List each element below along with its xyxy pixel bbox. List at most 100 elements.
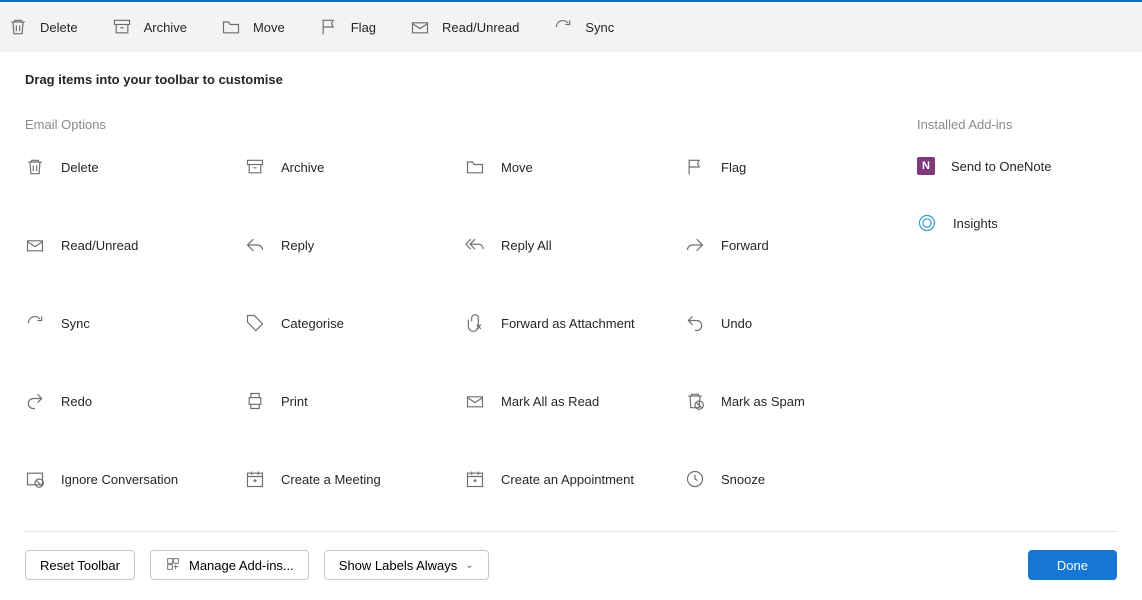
option-snooze[interactable]: Snooze bbox=[685, 469, 905, 489]
tag-icon bbox=[245, 313, 265, 333]
option-markspam[interactable]: Mark as Spam bbox=[685, 391, 905, 411]
flag-icon bbox=[319, 17, 339, 37]
toolbar-item-move[interactable]: Move bbox=[221, 17, 285, 37]
show-labels-label: Show Labels Always bbox=[339, 558, 458, 573]
show-labels-dropdown[interactable]: Show Labels Always ⌄ bbox=[324, 550, 489, 580]
option-label: Print bbox=[281, 394, 308, 409]
flag-icon bbox=[685, 157, 705, 177]
option-forward[interactable]: Forward bbox=[685, 235, 905, 255]
appointment-icon bbox=[465, 469, 485, 489]
replyall-icon bbox=[465, 235, 485, 255]
manage-addins-button[interactable]: Manage Add-ins... bbox=[150, 550, 309, 580]
toolbar-item-label: Delete bbox=[40, 20, 78, 35]
option-delete[interactable]: Delete bbox=[25, 157, 245, 177]
option-label: Flag bbox=[721, 160, 746, 175]
option-label: Categorise bbox=[281, 316, 344, 331]
option-label: Read/Unread bbox=[61, 238, 138, 253]
option-label: Mark All as Read bbox=[501, 394, 599, 409]
option-label: Undo bbox=[721, 316, 752, 331]
option-label: Create an Appointment bbox=[501, 472, 634, 487]
meeting-icon bbox=[245, 469, 265, 489]
onenote-icon: N bbox=[917, 157, 935, 175]
undo-icon bbox=[685, 313, 705, 333]
option-archive[interactable]: Archive bbox=[245, 157, 465, 177]
reset-toolbar-button[interactable]: Reset Toolbar bbox=[25, 550, 135, 580]
installed-addins-title: Installed Add-ins bbox=[917, 117, 1117, 132]
sync-icon bbox=[25, 313, 45, 333]
done-button[interactable]: Done bbox=[1028, 550, 1117, 580]
option-ignoreconv[interactable]: Ignore Conversation bbox=[25, 469, 245, 489]
option-label: Ignore Conversation bbox=[61, 472, 178, 487]
option-flag[interactable]: Flag bbox=[685, 157, 905, 177]
option-move[interactable]: Move bbox=[465, 157, 685, 177]
option-label: Forward as Attachment bbox=[501, 316, 635, 331]
toolbar-item-readunread[interactable]: Read/Unread bbox=[410, 17, 519, 37]
option-sync[interactable]: Sync bbox=[25, 313, 245, 333]
option-markallread[interactable]: Mark All as Read bbox=[465, 391, 685, 411]
attach-icon bbox=[465, 313, 485, 333]
option-label: Move bbox=[501, 160, 533, 175]
archive-icon bbox=[112, 17, 132, 37]
toolbar-item-label: Read/Unread bbox=[442, 20, 519, 35]
option-label: Redo bbox=[61, 394, 92, 409]
option-undo[interactable]: Undo bbox=[685, 313, 905, 333]
redo-icon bbox=[25, 391, 45, 411]
option-print[interactable]: Print bbox=[245, 391, 465, 411]
option-label: Mark as Spam bbox=[721, 394, 805, 409]
toolbar-item-label: Move bbox=[253, 20, 285, 35]
option-replyall[interactable]: Reply All bbox=[465, 235, 685, 255]
envelope-icon bbox=[465, 391, 485, 411]
option-label: Reply bbox=[281, 238, 314, 253]
bottom-bar: Reset Toolbar Manage Add-ins... Show Lab… bbox=[0, 550, 1142, 580]
trash-icon bbox=[25, 157, 45, 177]
option-label: Forward bbox=[721, 238, 769, 253]
toolbar-item-label: Sync bbox=[585, 20, 614, 35]
reset-toolbar-label: Reset Toolbar bbox=[40, 558, 120, 573]
envelope-icon bbox=[25, 235, 45, 255]
toolbar-item-flag[interactable]: Flag bbox=[319, 17, 376, 37]
addin-label: Insights bbox=[953, 216, 998, 231]
print-icon bbox=[245, 391, 265, 411]
folder-icon bbox=[465, 157, 485, 177]
option-reply[interactable]: Reply bbox=[245, 235, 465, 255]
option-label: Create a Meeting bbox=[281, 472, 381, 487]
manage-addins-label: Manage Add-ins... bbox=[189, 558, 294, 573]
trash-icon bbox=[8, 17, 28, 37]
archive-icon bbox=[245, 157, 265, 177]
spam-icon bbox=[685, 391, 705, 411]
email-options-grid: Delete Archive Move Flag Read/Unread Reply Rep… bbox=[25, 157, 917, 489]
folder-icon bbox=[221, 17, 241, 37]
option-readunread[interactable]: Read/Unread bbox=[25, 235, 245, 255]
clock-icon bbox=[685, 469, 705, 489]
option-label: Reply All bbox=[501, 238, 552, 253]
instruction-text: Drag items into your toolbar to customis… bbox=[25, 72, 1117, 87]
option-label: Archive bbox=[281, 160, 324, 175]
done-label: Done bbox=[1057, 558, 1088, 573]
insights-icon bbox=[917, 213, 937, 233]
toolbar-item-sync[interactable]: Sync bbox=[553, 17, 614, 37]
option-forwardattach[interactable]: Forward as Attachment bbox=[465, 313, 685, 333]
option-createmeeting[interactable]: Create a Meeting bbox=[245, 469, 465, 489]
email-options-title: Email Options bbox=[25, 117, 917, 132]
option-redo[interactable]: Redo bbox=[25, 391, 245, 411]
addins-list: N Send to OneNote Insights bbox=[917, 157, 1117, 233]
current-toolbar: Delete Archive Move Flag Read/Unread Sync bbox=[0, 0, 1142, 52]
envelope-icon bbox=[410, 17, 430, 37]
ignore-icon bbox=[25, 469, 45, 489]
option-categorise[interactable]: Categorise bbox=[245, 313, 465, 333]
option-label: Sync bbox=[61, 316, 90, 331]
sync-icon bbox=[553, 17, 573, 37]
option-label: Delete bbox=[61, 160, 99, 175]
option-createappt[interactable]: Create an Appointment bbox=[465, 469, 685, 489]
addin-sendonenote[interactable]: N Send to OneNote bbox=[917, 157, 1117, 175]
toolbar-item-delete[interactable]: Delete bbox=[8, 17, 78, 37]
addin-insights[interactable]: Insights bbox=[917, 213, 1117, 233]
chevron-down-icon: ⌄ bbox=[465, 560, 473, 571]
option-label: Snooze bbox=[721, 472, 765, 487]
addin-label: Send to OneNote bbox=[951, 159, 1051, 174]
reply-icon bbox=[245, 235, 265, 255]
toolbar-item-archive[interactable]: Archive bbox=[112, 17, 187, 37]
toolbar-item-label: Flag bbox=[351, 20, 376, 35]
addins-icon bbox=[165, 556, 181, 575]
divider bbox=[25, 531, 1117, 532]
